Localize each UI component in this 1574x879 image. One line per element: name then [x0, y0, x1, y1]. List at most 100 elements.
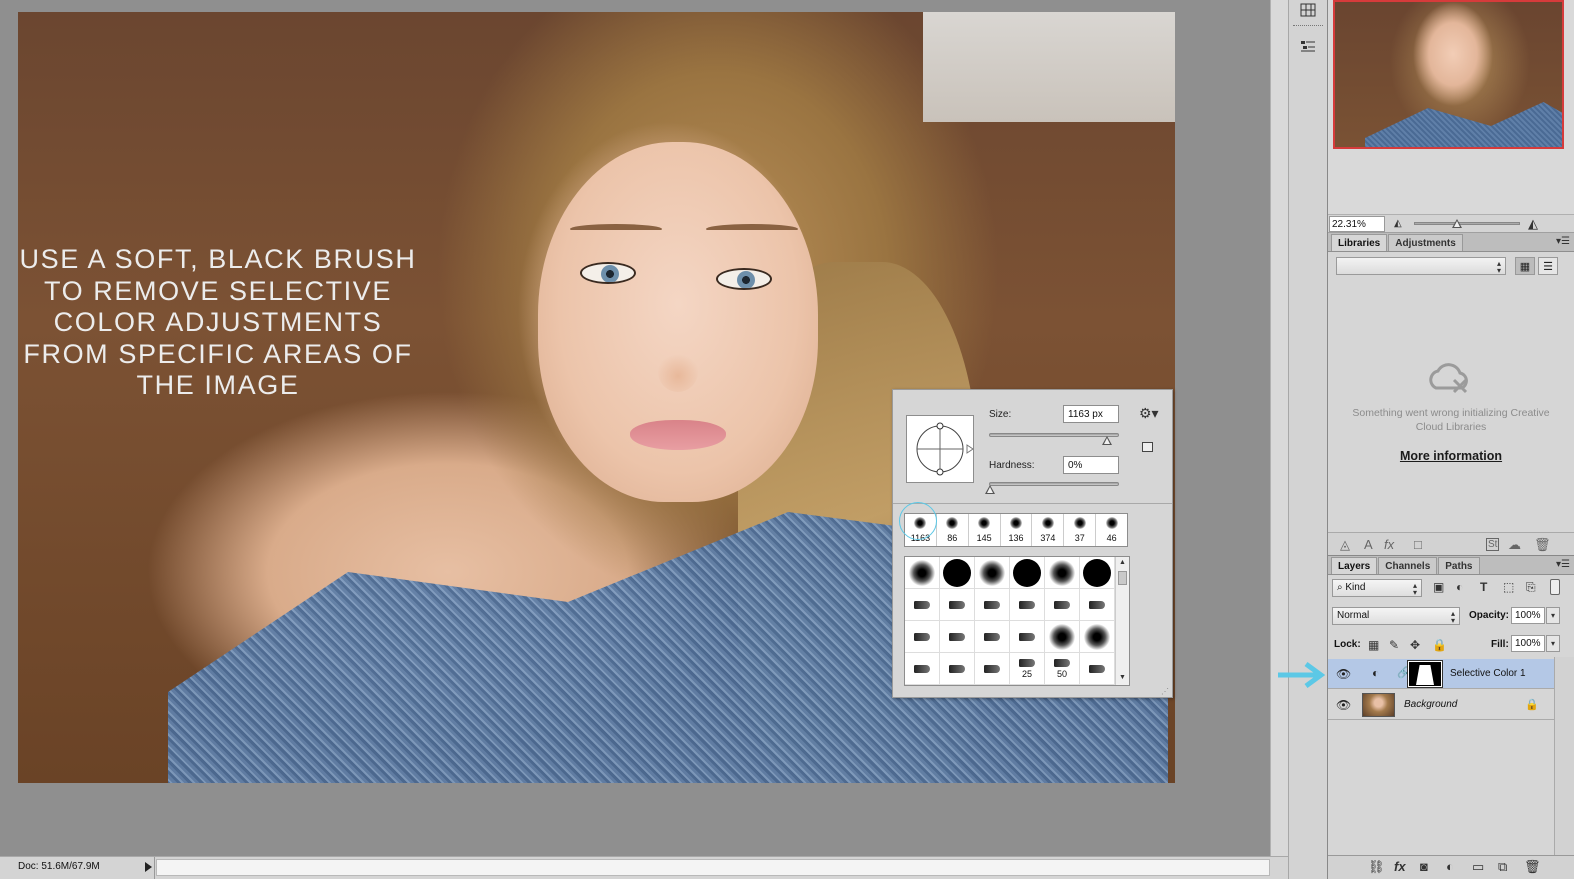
opacity-dropdown-icon[interactable]: ▾ — [1546, 607, 1560, 624]
brush-preset[interactable] — [1010, 621, 1045, 653]
filter-shape-icon[interactable]: ⬚ — [1503, 580, 1514, 594]
add-mask-icon[interactable]: ◙ — [1420, 859, 1428, 874]
lock-all-icon[interactable]: 🔒 — [1432, 638, 1447, 652]
brush-preset[interactable] — [905, 653, 940, 685]
scrollbar-thumb[interactable] — [1118, 571, 1127, 585]
layer-row-background[interactable]: 👁 Background 🔒 — [1328, 690, 1554, 720]
link-layers-icon[interactable]: ⛓ — [1368, 859, 1385, 875]
layers-scrollbar[interactable] — [1554, 657, 1574, 855]
visibility-eye-icon[interactable]: 👁 — [1336, 698, 1351, 712]
new-preset-icon[interactable] — [1142, 442, 1153, 452]
visibility-eye-icon[interactable]: 👁 — [1336, 667, 1351, 681]
brush-preset[interactable] — [940, 621, 975, 653]
lock-position-icon[interactable]: ✥ — [1410, 638, 1420, 652]
recent-brush-3[interactable]: 145 — [969, 514, 1001, 546]
brush-preset-picker[interactable]: Size: ⚙▾ Hardness: 1163 86 145 136 374 3… — [892, 389, 1173, 698]
histogram-icon[interactable] — [1297, 0, 1319, 20]
brush-preset[interactable] — [1045, 557, 1080, 589]
resize-grip-icon[interactable]: ⋰ — [1161, 687, 1169, 696]
recent-brush-7[interactable]: 46 — [1096, 514, 1127, 546]
brush-preset[interactable] — [940, 589, 975, 621]
zoom-out-icon[interactable]: ◭ — [1394, 218, 1402, 229]
delete-layer-icon[interactable]: 🗑 — [1524, 859, 1541, 875]
add-layer-style-icon[interactable]: fx — [1384, 537, 1394, 552]
add-graphic-icon[interactable]: □ — [1414, 537, 1422, 552]
layer-name[interactable]: Background — [1404, 699, 1457, 710]
recent-brush-2[interactable]: 86 — [937, 514, 969, 546]
filter-type-icon[interactable]: T — [1480, 580, 1487, 594]
recent-brush-6[interactable]: 37 — [1064, 514, 1097, 546]
brush-preset[interactable] — [905, 621, 940, 653]
add-character-style-icon[interactable]: A — [1364, 537, 1373, 552]
opacity-input[interactable] — [1511, 607, 1545, 624]
layer-filter-kind-select[interactable]: ⌕ Kind ▴ ▾ — [1332, 579, 1422, 597]
trash-icon[interactable]: 🗑 — [1534, 537, 1551, 553]
status-menu-arrow-icon[interactable] — [145, 862, 152, 872]
stock-icon[interactable]: St — [1486, 538, 1500, 551]
size-slider-thumb[interactable] — [1102, 436, 1112, 445]
tab-paths[interactable]: Paths — [1438, 557, 1480, 574]
brush-grid-scrollbar[interactable]: ▲ ▼ — [1115, 557, 1129, 685]
brush-tip-preview[interactable] — [906, 415, 974, 483]
properties-icon[interactable] — [1297, 36, 1319, 56]
brush-preset[interactable]: 25 — [1010, 653, 1045, 685]
canvas-horizontal-scrollbar[interactable] — [156, 859, 1270, 876]
brush-preset[interactable] — [905, 589, 940, 621]
gear-icon[interactable]: ⚙▾ — [1139, 405, 1159, 422]
brush-preset[interactable] — [1080, 621, 1115, 653]
brush-preset[interactable]: 50 — [1045, 653, 1080, 685]
panel-dock-grip[interactable] — [1293, 25, 1323, 28]
zoom-slider[interactable] — [1414, 222, 1520, 225]
zoom-slider-thumb[interactable] — [1452, 219, 1462, 228]
zoom-level-input[interactable] — [1329, 216, 1385, 232]
brush-preset[interactable] — [975, 653, 1010, 685]
tab-channels[interactable]: Channels — [1378, 557, 1438, 574]
grid-view-icon[interactable]: ▦ — [1515, 257, 1535, 275]
filter-toggle-switch[interactable] — [1550, 579, 1560, 595]
brush-preset[interactable] — [1010, 589, 1045, 621]
panel-menu-icon[interactable]: ▾☰ — [1556, 559, 1570, 570]
brush-preset[interactable] — [975, 557, 1010, 589]
hardness-input[interactable] — [1063, 456, 1119, 474]
new-layer-icon[interactable]: ⧉ — [1498, 859, 1507, 875]
new-adjustment-layer-icon[interactable]: ◐ — [1446, 859, 1454, 874]
brush-preset[interactable] — [1080, 557, 1115, 589]
brush-preset[interactable] — [905, 557, 940, 589]
scroll-up-icon[interactable]: ▲ — [1119, 559, 1126, 566]
canvas-vertical-scrollbar[interactable] — [1270, 0, 1288, 856]
brush-preset[interactable] — [975, 621, 1010, 653]
layer-row-selective-color[interactable]: 👁 ◐ 🔗 Selective Color 1 — [1328, 659, 1554, 689]
size-slider[interactable] — [989, 433, 1119, 437]
brush-preset[interactable] — [1080, 653, 1115, 685]
panel-menu-icon[interactable]: ▾☰ — [1556, 236, 1570, 247]
brush-preset[interactable] — [940, 653, 975, 685]
brush-preset[interactable] — [940, 557, 975, 589]
brush-preset[interactable] — [1045, 621, 1080, 653]
fill-input[interactable] — [1511, 635, 1545, 652]
library-select-dropdown[interactable]: ▴ ▾ — [1336, 257, 1506, 275]
fill-dropdown-icon[interactable]: ▾ — [1546, 635, 1560, 652]
more-information-link[interactable]: More information — [1328, 449, 1574, 463]
add-layer-style-icon[interactable]: fx — [1394, 859, 1406, 874]
brush-preset[interactable] — [1010, 557, 1045, 589]
tab-layers[interactable]: Layers — [1331, 557, 1378, 574]
sync-status-icon[interactable]: ☁ — [1508, 537, 1521, 553]
hardness-slider-thumb[interactable] — [985, 485, 995, 494]
lock-transparent-pixels-icon[interactable]: ▦ — [1368, 638, 1379, 652]
hardness-slider[interactable] — [989, 482, 1119, 486]
list-view-icon[interactable]: ☰ — [1538, 257, 1558, 275]
brush-preset[interactable] — [975, 589, 1010, 621]
layer-mask-thumbnail[interactable] — [1407, 660, 1443, 688]
add-color-icon[interactable]: ◬ — [1340, 537, 1350, 553]
layer-name[interactable]: Selective Color 1 — [1450, 668, 1526, 679]
filter-adjustment-icon[interactable]: ◐ — [1456, 580, 1463, 594]
brush-preset[interactable] — [1080, 589, 1115, 621]
zoom-in-icon[interactable]: ◭ — [1528, 216, 1538, 232]
tab-libraries[interactable]: Libraries — [1331, 234, 1388, 251]
navigator-thumbnail[interactable] — [1333, 0, 1564, 149]
new-group-icon[interactable]: ▭ — [1472, 859, 1484, 875]
size-input[interactable] — [1063, 405, 1119, 423]
scroll-down-icon[interactable]: ▼ — [1119, 674, 1126, 681]
recent-brush-4[interactable]: 136 — [1001, 514, 1033, 546]
blend-mode-select[interactable]: Normal ▴ ▾ — [1332, 607, 1460, 625]
